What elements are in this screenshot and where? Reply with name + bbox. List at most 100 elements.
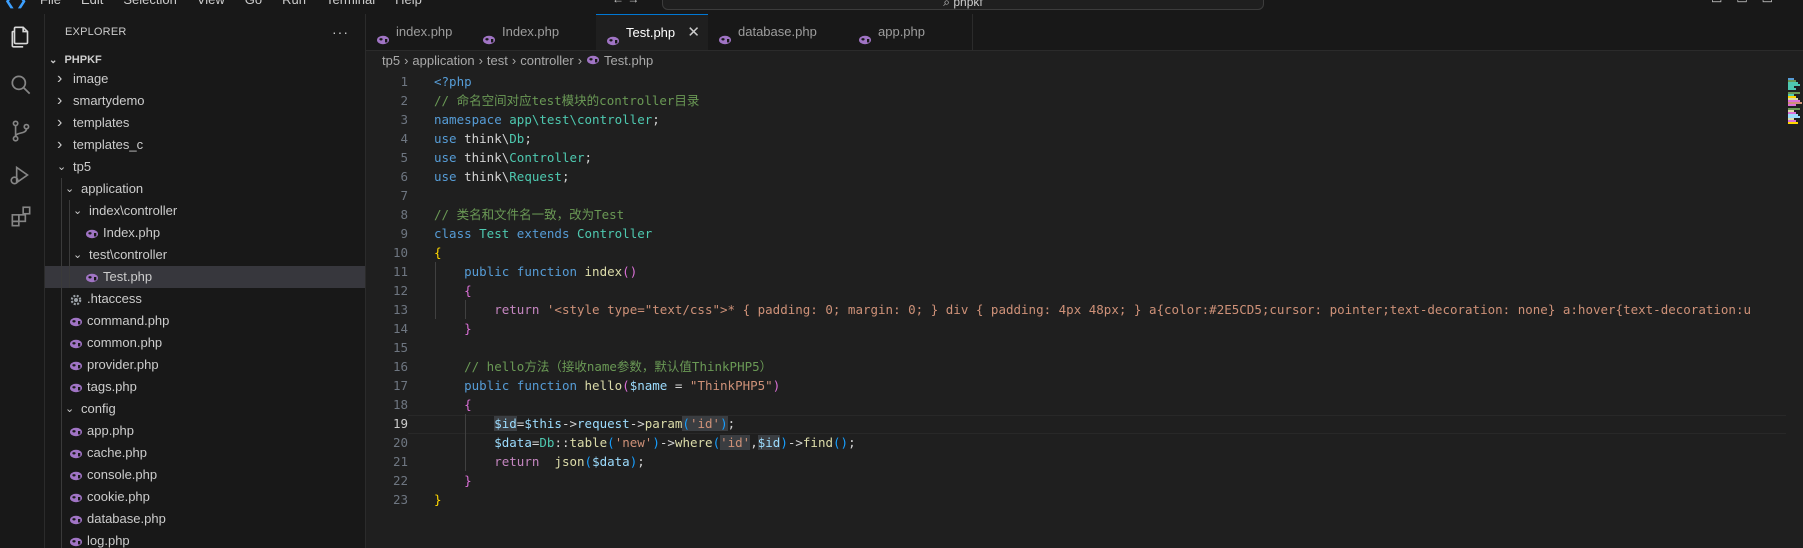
menu-item-help[interactable]: Help	[395, 0, 422, 7]
code-token: {	[434, 245, 442, 260]
code-editor[interactable]: 1 2 3 4 5 6 7 8 9 10 11 12 13 14 15 16 17 18 19 20 21 22 23 <?…	[366, 72, 1786, 548]
tab-database[interactable]: database.php	[708, 14, 849, 50]
code-token: namespace	[434, 112, 510, 127]
tree-folder-item[interactable]: ⌄ index\controller	[45, 200, 365, 222]
tree-file-item[interactable]: database.php	[45, 508, 365, 530]
code-token: Db	[539, 435, 555, 450]
tree-file-item[interactable]: cookie.php	[45, 486, 365, 508]
breadcrumb-item[interactable]: controller	[520, 53, 573, 68]
code-token: )	[772, 378, 781, 393]
command-center[interactable]: ⌕ phpkf	[662, 0, 1264, 10]
toggle-sidebar-icon[interactable]: ▭	[1711, 0, 1722, 6]
tree-file-item[interactable]: command.php	[45, 310, 365, 332]
tree-folder-item[interactable]: › templates_c	[45, 134, 365, 156]
code-token: =	[667, 378, 690, 393]
run-debug-icon[interactable]	[8, 162, 34, 188]
tab-index[interactable]: Index.php	[472, 14, 597, 50]
line-number: 13	[392, 302, 408, 317]
tree-file-item[interactable]: log.php	[45, 530, 365, 548]
code-token: $name	[629, 378, 668, 393]
tree-folder-item[interactable]: › smartydemo	[45, 90, 365, 112]
tree-folder-item[interactable]: › image	[45, 68, 365, 90]
tree-file-item[interactable]: app.php	[45, 420, 365, 442]
breadcrumb-item[interactable]: test	[487, 53, 508, 68]
tree-item-label: index\controller	[89, 203, 178, 218]
tree-folder-item[interactable]: ⌄ test\controller	[45, 244, 365, 266]
code-token: "ThinkPHP5"	[689, 378, 773, 393]
tree-item-label: common.php	[87, 335, 163, 350]
tab-label: Test.php	[626, 25, 676, 40]
tab-test[interactable]: Test.php ✕	[596, 14, 709, 50]
source-control-icon[interactable]	[8, 118, 34, 144]
line-number: 7	[400, 188, 408, 203]
code-token: }	[464, 321, 472, 336]
code-token: Test	[479, 226, 517, 241]
toggle-secondary-icon[interactable]: ▭	[1762, 0, 1773, 6]
tree-folder-item[interactable]: ⌄ config	[45, 398, 365, 420]
tree-file-item[interactable]: Test.php	[45, 266, 365, 288]
breadcrumb-item[interactable]: tp5	[382, 53, 400, 68]
code-token: }	[464, 473, 472, 488]
tree-folder-item[interactable]: ⌄ tp5	[45, 156, 365, 178]
toggle-panel-icon[interactable]: ▭	[1736, 0, 1747, 6]
menu-item-terminal[interactable]: Terminal	[326, 0, 375, 7]
line-number: 21	[392, 454, 408, 469]
tree-file-item[interactable]: console.php	[45, 464, 365, 486]
explorer-sidebar: EXPLORER ··· ⌄ PHPKF › image › smartydemo › t…	[45, 14, 366, 548]
code-token: // 类名和文件名一致，改为Test	[434, 207, 625, 222]
close-icon[interactable]: ✕	[687, 15, 700, 51]
minimap[interactable]	[1786, 72, 1803, 548]
menu-item-selection[interactable]: Selection	[123, 0, 176, 7]
chevron-right-icon: ›	[478, 53, 483, 68]
tab-app[interactable]: app.php	[848, 14, 973, 50]
minimap-line	[1788, 122, 1798, 124]
code-token: find	[802, 435, 834, 450]
menu-item-file[interactable]: File	[40, 0, 61, 7]
search-icon[interactable]	[8, 72, 34, 98]
code-token: json	[554, 454, 585, 469]
breadcrumb-item[interactable]: Test.php	[604, 53, 653, 68]
menu-item-run[interactable]: Run	[282, 0, 306, 7]
tree-item-label: tags.php	[87, 379, 137, 394]
code-token: )	[720, 416, 728, 431]
project-section-header[interactable]: ⌄ PHPKF	[45, 50, 365, 70]
nav-arrows-icon[interactable]: ← →	[612, 0, 639, 6]
code-token: ;	[727, 416, 736, 431]
extensions-icon[interactable]	[8, 204, 34, 230]
menu-item-edit[interactable]: Edit	[81, 0, 103, 7]
line-number: 2	[400, 93, 408, 108]
tree-file-item[interactable]: .htaccess	[45, 288, 365, 310]
code-token: Controller	[577, 226, 653, 241]
tree-item-label: .htaccess	[87, 291, 142, 306]
line-number: 23	[392, 492, 408, 507]
tree-file-item[interactable]: cache.php	[45, 442, 365, 464]
code-token: class	[434, 226, 480, 241]
tree-folder-item[interactable]: ⌄ application	[45, 178, 365, 200]
tree-file-item[interactable]: Index.php	[45, 222, 365, 244]
code-token: <?php	[434, 74, 472, 89]
tree-folder-item[interactable]: › templates	[45, 112, 365, 134]
tree-file-item[interactable]: common.php	[45, 332, 365, 354]
code-token: }	[434, 492, 442, 507]
code-line: }	[434, 319, 472, 338]
menu-item-go[interactable]: Go	[245, 0, 262, 7]
tree-file-item[interactable]: tags.php	[45, 376, 365, 398]
tab-index[interactable]: index.php	[366, 14, 473, 50]
code-token: $this	[524, 416, 562, 431]
chevron-right-icon: ›	[577, 53, 583, 68]
php-file-icon	[69, 534, 83, 548]
code-token: ;	[524, 131, 532, 146]
php-file-icon	[858, 25, 872, 45]
explorer-icon[interactable]	[8, 24, 34, 50]
breadcrumb-item[interactable]: application	[412, 53, 474, 68]
code-token: request	[577, 416, 630, 431]
code-token: think\	[464, 169, 510, 184]
menu-item-view[interactable]: View	[197, 0, 225, 7]
code-line: return '<style type="text/css">* { paddi…	[434, 300, 1751, 319]
tree-file-item[interactable]: provider.php	[45, 354, 365, 376]
more-actions-icon[interactable]: ···	[332, 14, 349, 50]
line-number: 14	[392, 321, 408, 336]
